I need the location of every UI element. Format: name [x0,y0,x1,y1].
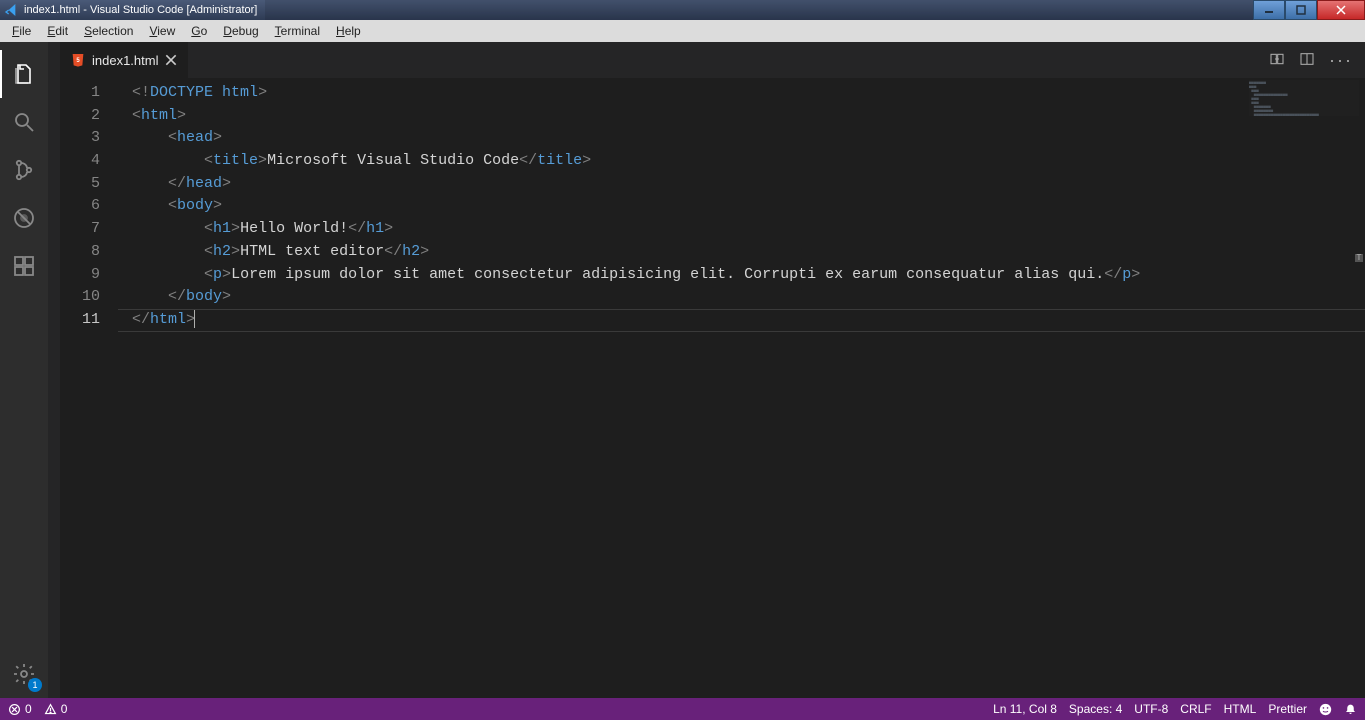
compare-changes-icon[interactable] [1269,51,1285,70]
activity-explorer[interactable] [0,50,48,98]
activity-debug[interactable] [0,194,48,242]
html-file-icon: 5 [70,52,86,68]
status-formatter[interactable]: Prettier [1268,702,1307,716]
code-content[interactable]: <!DOCTYPE html><html> <head> <title>Micr… [118,78,1365,698]
status-cursor-position[interactable]: Ln 11, Col 8 [993,702,1057,716]
activity-search[interactable] [0,98,48,146]
editor-tabs: 5 index1.html ··· [60,42,1365,78]
more-actions-icon[interactable]: ··· [1329,50,1353,71]
status-feedback-icon[interactable] [1319,703,1332,716]
status-eol[interactable]: CRLF [1180,702,1211,716]
menu-view[interactable]: View [141,22,183,40]
status-warnings[interactable]: 0 [44,702,68,716]
menu-terminal[interactable]: Terminal [267,22,328,40]
vscode-app-icon [4,2,20,18]
status-encoding[interactable]: UTF-8 [1134,702,1168,716]
status-language[interactable]: HTML [1224,702,1257,716]
activity-bar: 1 [0,42,48,698]
status-indentation[interactable]: Spaces: 4 [1069,702,1122,716]
tab-close-icon[interactable] [164,53,178,67]
status-errors[interactable]: 0 [8,702,32,716]
window-minimize-button[interactable] [1253,0,1285,20]
tab-index1-html[interactable]: 5 index1.html [60,42,189,78]
overview-ruler: T [1351,78,1365,698]
activity-extensions[interactable] [0,242,48,290]
menu-help[interactable]: Help [328,22,369,40]
menu-bar: File Edit Selection View Go Debug Termin… [0,20,1365,42]
tab-label: index1.html [92,53,158,68]
status-notifications-icon[interactable] [1344,703,1357,716]
menu-debug[interactable]: Debug [215,22,266,40]
menu-go[interactable]: Go [183,22,215,40]
menu-selection[interactable]: Selection [76,22,141,40]
window-titlebar: index1.html - Visual Studio Code [Admini… [0,0,1365,20]
minimap[interactable]: ▄▄▄▄▄▄▄▄▄▄ ▄▄▄ ▄▄▄▄▄▄▄▄▄▄▄▄▄▄ ▄▄▄ ▄▄▄ ▄▄… [1249,80,1359,116]
side-panel-collapsed[interactable] [48,42,60,698]
window-close-button[interactable] [1317,0,1365,20]
window-buttons [1253,0,1365,20]
menu-file[interactable]: File [4,22,39,40]
split-editor-icon[interactable] [1299,51,1315,70]
menu-edit[interactable]: Edit [39,22,76,40]
status-bar: 0 0 Ln 11, Col 8 Spaces: 4 UTF-8 CRLF HT… [0,698,1365,720]
overview-marker: T [1355,254,1363,262]
code-editor[interactable]: 1234567891011 <!DOCTYPE html><html> <hea… [60,78,1365,698]
window-maximize-button[interactable] [1285,0,1317,20]
activity-source-control[interactable] [0,146,48,194]
settings-badge: 1 [28,678,42,692]
line-number-gutter: 1234567891011 [60,78,118,698]
window-title: index1.html - Visual Studio Code [Admini… [24,4,257,16]
activity-settings[interactable]: 1 [0,650,48,698]
